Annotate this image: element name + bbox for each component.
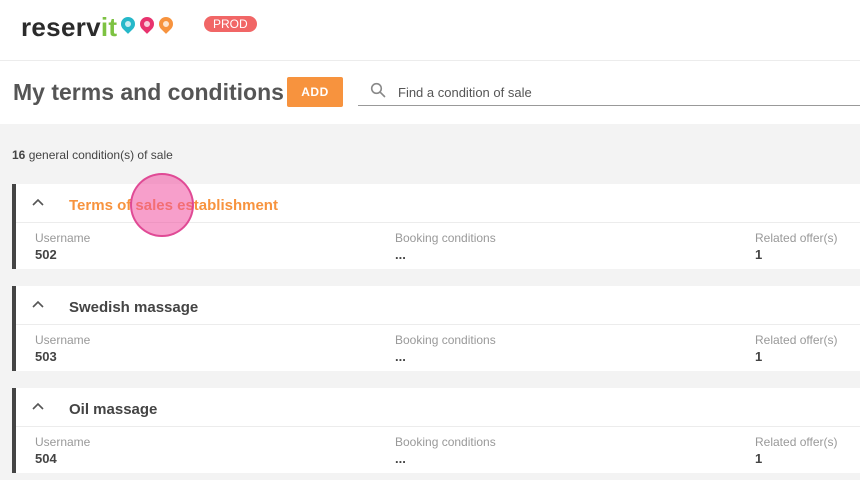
page-header: My terms and conditions ADD: [0, 60, 860, 124]
username-value: 502: [35, 247, 57, 262]
offers-value: 1: [755, 349, 763, 364]
condition-card-header[interactable]: Swedish massage: [16, 286, 860, 325]
condition-card: Oil massage Username 504 Booking conditi…: [12, 388, 860, 473]
booking-column: Booking conditions ...: [395, 435, 496, 466]
condition-card-header[interactable]: Terms of sales establishment: [16, 184, 860, 223]
condition-card: Terms of sales establishment Username 50…: [12, 184, 860, 269]
app-logo[interactable]: reservit: [21, 9, 178, 45]
condition-card: Swedish massage Username 503 Booking con…: [12, 286, 860, 371]
username-label: Username: [35, 231, 91, 245]
chevron-up-icon[interactable]: [31, 197, 45, 207]
add-button[interactable]: ADD: [287, 77, 343, 107]
username-value: 504: [35, 451, 57, 466]
username-label: Username: [35, 333, 91, 347]
conditions-count: 16 general condition(s) of sale: [12, 148, 173, 162]
username-column: Username 503: [35, 333, 90, 364]
map-pin-icon: [118, 14, 139, 34]
offers-value: 1: [755, 451, 763, 466]
booking-label: Booking conditions: [395, 231, 496, 245]
search-bar: [358, 79, 860, 106]
username-column: Username 504: [35, 435, 90, 466]
offers-label: Related offer(s): [755, 333, 838, 347]
offers-value: 1: [755, 247, 763, 262]
booking-value: ...: [395, 349, 406, 364]
booking-label: Booking conditions: [395, 333, 496, 347]
condition-title[interactable]: Oil massage: [69, 401, 157, 418]
offers-label: Related offer(s): [755, 435, 838, 449]
chevron-up-icon[interactable]: [31, 401, 45, 411]
booking-value: ...: [395, 451, 406, 466]
environment-badge: PROD: [204, 16, 257, 32]
username-label: Username: [35, 435, 91, 449]
offers-label: Related offer(s): [755, 231, 838, 245]
booking-column: Booking conditions ...: [395, 231, 496, 262]
search-icon: [370, 82, 386, 98]
search-input[interactable]: [396, 79, 860, 105]
offers-column: Related offer(s) 1: [755, 435, 837, 466]
condition-title[interactable]: Terms of sales establishment: [69, 197, 278, 214]
map-pin-icon: [137, 14, 158, 34]
top-bar: reservit PROD: [0, 0, 860, 60]
page-title: My terms and conditions: [13, 79, 284, 105]
offers-column: Related offer(s) 1: [755, 231, 837, 262]
map-pin-icon: [156, 14, 177, 34]
logo-pins: [118, 14, 178, 34]
condition-card-header[interactable]: Oil massage: [16, 388, 860, 427]
chevron-up-icon[interactable]: [31, 299, 45, 309]
username-column: Username 502: [35, 231, 90, 262]
condition-title[interactable]: Swedish massage: [69, 299, 198, 316]
logo-text: reservit: [21, 11, 118, 42]
booking-label: Booking conditions: [395, 435, 496, 449]
booking-column: Booking conditions ...: [395, 333, 496, 364]
offers-column: Related offer(s) 1: [755, 333, 837, 364]
booking-value: ...: [395, 247, 406, 262]
username-value: 503: [35, 349, 57, 364]
